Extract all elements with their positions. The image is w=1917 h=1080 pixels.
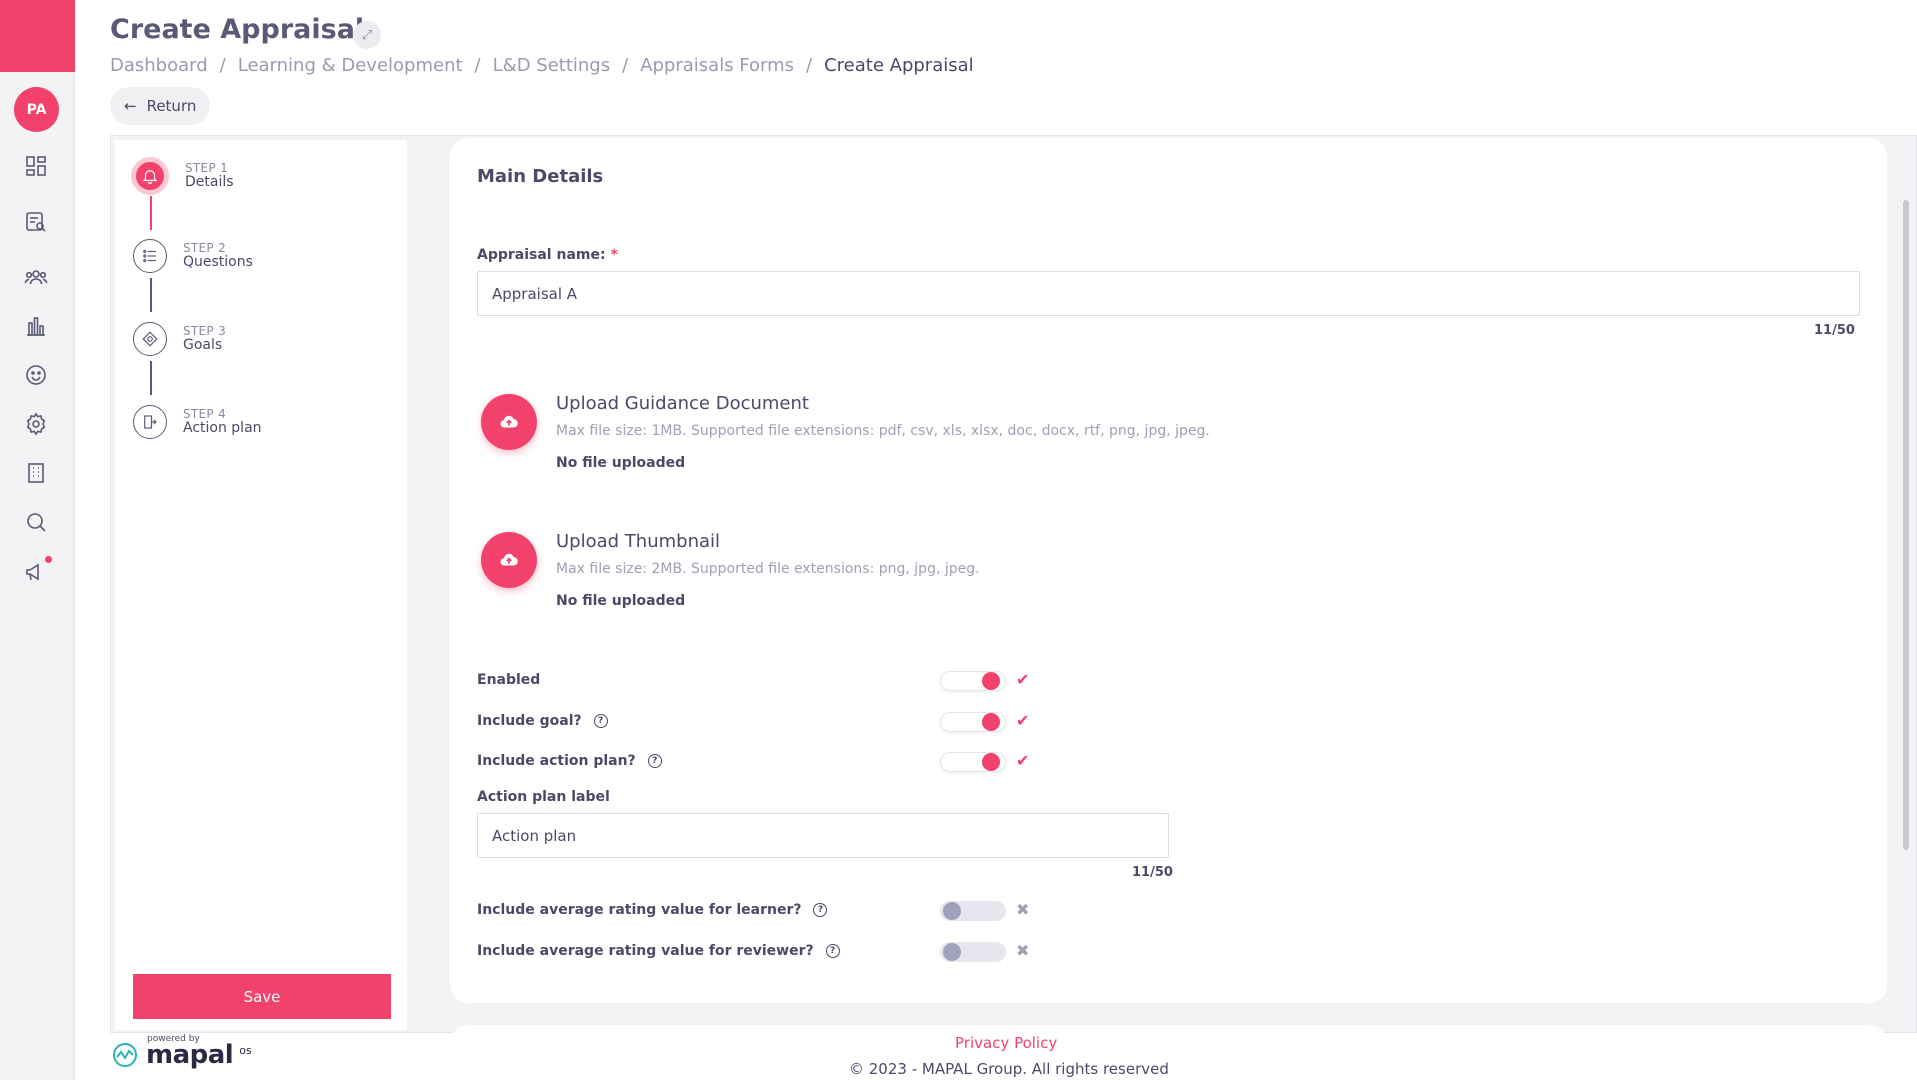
upload-guidance-status: No file uploaded <box>556 455 686 471</box>
avg-rating-reviewer-label: Include average rating value for reviewe… <box>477 943 840 959</box>
appraisal-name-label: Appraisal name: * <box>477 247 618 263</box>
page-title: Create Appraisal <box>110 14 365 45</box>
breadcrumb: Dashboard / Learning & Development / L&D… <box>110 55 974 76</box>
notification-dot <box>45 556 52 563</box>
appraisal-name-input[interactable]: Appraisal A <box>477 271 1860 316</box>
mapal-logo-icon <box>113 1043 137 1067</box>
cross-icon: ✖ <box>1016 941 1030 960</box>
brand-suffix: os <box>239 1043 252 1057</box>
stepper-panel: STEP 1 Details STEP 2 Questions STEP 3 G… <box>115 140 407 1030</box>
appraisal-name-value: Appraisal A <box>492 284 578 303</box>
smiley-icon[interactable] <box>22 361 50 389</box>
brand-bar <box>0 0 75 72</box>
list-icon <box>133 239 167 273</box>
check-icon: ✔ <box>1016 711 1030 730</box>
help-icon[interactable]: ? <box>647 754 662 768</box>
breadcrumb-learning-development[interactable]: Learning & Development <box>238 55 463 76</box>
step-questions[interactable]: STEP 2 Questions <box>133 239 253 273</box>
next-card <box>450 1025 1887 1045</box>
include-goal-label: Include goal?? <box>477 713 608 729</box>
check-icon: ✔ <box>1016 670 1030 689</box>
building-icon[interactable] <box>22 459 50 487</box>
step-goals[interactable]: STEP 3 Goals <box>133 322 226 356</box>
chart-icon[interactable] <box>22 312 50 340</box>
breadcrumb-ld-settings[interactable]: L&D Settings <box>493 55 610 76</box>
step-details[interactable]: STEP 1 Details <box>131 157 234 195</box>
dashboard-icon[interactable] <box>22 152 50 180</box>
return-button[interactable]: ← Return <box>110 87 211 125</box>
action-plan-label-input[interactable]: Action plan <box>477 813 1169 858</box>
main-details-card: Main Details Appraisal name: * Appraisal… <box>450 138 1887 1003</box>
step-name: Action plan <box>183 419 262 436</box>
copyright: © 2023 - MAPAL Group. All rights reserve… <box>849 1060 1169 1078</box>
help-icon[interactable]: ? <box>825 944 840 958</box>
step-connector <box>150 196 152 230</box>
bell-icon <box>131 157 169 195</box>
arrow-left-icon: ← <box>124 97 137 115</box>
door-exit-icon <box>133 405 167 439</box>
gear-icon[interactable] <box>22 410 50 438</box>
privacy-policy-link[interactable]: Privacy Policy <box>955 1034 1057 1052</box>
people-icon[interactable] <box>22 263 50 291</box>
step-number: STEP 2 <box>183 240 227 255</box>
cloud-upload-icon <box>500 415 518 428</box>
step-connector <box>150 361 152 395</box>
include-goal-toggle[interactable] <box>940 710 1006 734</box>
upload-thumbnail-button[interactable] <box>481 532 537 588</box>
help-icon[interactable]: ? <box>593 714 608 728</box>
breadcrumb-dashboard[interactable]: Dashboard <box>110 55 208 76</box>
step-number: STEP 3 <box>183 323 227 338</box>
search-document-icon[interactable] <box>22 208 50 236</box>
upload-guidance-title: Upload Guidance Document <box>556 393 809 414</box>
enabled-toggle[interactable] <box>940 669 1006 693</box>
brand-name: mapal <box>146 1040 234 1070</box>
step-number: STEP 4 <box>183 406 227 421</box>
section-title: Main Details <box>477 166 604 187</box>
step-name: Details <box>185 173 234 190</box>
action-plan-label-counter: 11/50 <box>1132 865 1173 880</box>
expand-icon[interactable]: ⤢ <box>353 21 381 49</box>
cross-icon: ✖ <box>1016 900 1030 919</box>
help-icon[interactable]: ? <box>813 903 828 917</box>
avg-rating-learner-toggle[interactable] <box>940 899 1006 923</box>
target-icon <box>133 322 167 356</box>
upload-thumbnail-status: No file uploaded <box>556 593 686 609</box>
check-icon: ✔ <box>1016 751 1030 770</box>
megaphone-icon[interactable] <box>22 556 52 586</box>
nav-rail: PA <box>0 0 75 1080</box>
scrollbar[interactable] <box>1903 200 1909 850</box>
step-name: Questions <box>183 253 253 270</box>
upload-guidance-hint: Max file size: 1MB. Supported file exten… <box>556 423 1210 439</box>
breadcrumb-current: Create Appraisal <box>824 55 974 76</box>
step-connector <box>150 278 152 312</box>
search-icon[interactable] <box>22 508 50 536</box>
return-label: Return <box>146 97 197 115</box>
avatar-initials: PA <box>26 101 47 118</box>
powered-by-text: powered by <box>147 1034 200 1044</box>
action-plan-label-value: Action plan <box>492 826 577 845</box>
appraisal-name-counter: 11/50 <box>1814 323 1855 338</box>
avg-rating-reviewer-toggle[interactable] <box>940 940 1006 964</box>
include-action-plan-toggle[interactable] <box>940 750 1006 774</box>
cloud-upload-icon <box>500 553 518 566</box>
upload-thumbnail-hint: Max file size: 2MB. Supported file exten… <box>556 561 980 577</box>
avatar[interactable]: PA <box>14 87 59 132</box>
action-plan-label-label: Action plan label <box>477 789 610 805</box>
upload-thumbnail-title: Upload Thumbnail <box>556 531 721 552</box>
save-button[interactable]: Save <box>133 974 391 1019</box>
step-name: Goals <box>183 336 223 353</box>
avg-rating-learner-label: Include average rating value for learner… <box>477 902 828 918</box>
enabled-label: Enabled <box>477 672 541 688</box>
required-mark: * <box>610 247 618 263</box>
upload-guidance-button[interactable] <box>481 394 537 450</box>
step-number: STEP 1 <box>185 160 229 175</box>
powered-by-logo: powered by mapal os <box>112 1034 252 1070</box>
step-action-plan[interactable]: STEP 4 Action plan <box>133 405 262 439</box>
breadcrumb-appraisals-forms[interactable]: Appraisals Forms <box>640 55 794 76</box>
include-action-plan-label: Include action plan?? <box>477 753 662 769</box>
